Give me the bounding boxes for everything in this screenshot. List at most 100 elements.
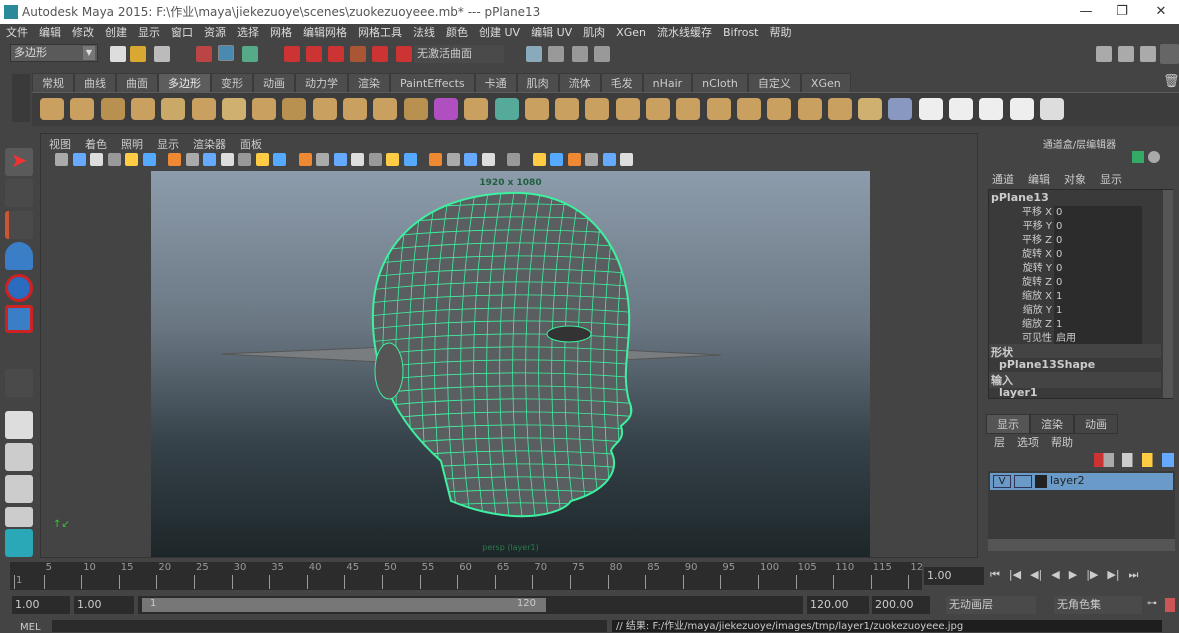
time-slider[interactable]: 1 5 10 15 20 25 30 35 40 45 50 55 60 65 70 75 80 85 90 95 10… (10, 562, 923, 590)
viewport-tool-icon[interactable] (481, 153, 495, 166)
shelf-tool-icon[interactable] (767, 98, 792, 120)
shelf-tab[interactable]: nHair (642, 73, 693, 92)
shelf-tab[interactable]: 曲面 (116, 73, 158, 92)
move-tool-icon[interactable] (5, 242, 33, 270)
viewport-tool-icon[interactable] (90, 153, 103, 166)
shelf-tool-icon[interactable] (555, 98, 580, 120)
viewport-tool-icon[interactable] (351, 153, 364, 166)
menu-item[interactable]: 创建 (105, 24, 127, 42)
attribute-row[interactable]: 平移 Z0 (1012, 234, 1142, 248)
shelf-tool-icon[interactable] (979, 98, 1004, 120)
viewport-tool-icon[interactable] (550, 153, 563, 166)
single-perspective-layout-icon[interactable] (5, 411, 33, 439)
viewport-menu-item[interactable]: 渲染器 (193, 136, 226, 152)
viewport-tool-icon[interactable] (238, 153, 251, 166)
shelf-tool-icon[interactable] (40, 98, 64, 120)
attribute-row[interactable]: 平移 X0 (1012, 206, 1142, 220)
save-scene-icon[interactable] (154, 46, 170, 62)
maya-icon[interactable] (5, 529, 33, 557)
select-hierarchy-icon[interactable] (196, 46, 212, 62)
render-icon[interactable] (548, 46, 564, 62)
menu-item[interactable]: XGen (616, 24, 646, 42)
menu-item[interactable]: 窗口 (171, 24, 193, 42)
snap-surface-icon[interactable] (372, 46, 388, 62)
menu-item[interactable]: 肌肉 (583, 24, 605, 42)
input-name[interactable]: layer1 (999, 386, 1038, 399)
layer-editor-tab[interactable]: 动画 (1074, 414, 1118, 434)
shelf-tool-icon[interactable] (524, 98, 549, 120)
shelf-tool-icon[interactable] (161, 98, 186, 120)
end-time-field[interactable]: 200.00 (872, 596, 930, 614)
attribute-value[interactable]: 0 (1054, 248, 1142, 262)
viewport-tool-icon[interactable] (125, 153, 138, 166)
shelf-tool-icon[interactable] (949, 98, 973, 120)
attribute-row[interactable]: 旋转 Y0 (1012, 262, 1142, 276)
snap-grid-icon[interactable] (284, 46, 300, 62)
shelf-tool-icon[interactable] (191, 98, 216, 120)
shelf-tool-icon[interactable] (343, 98, 367, 120)
shelf-tool-icon[interactable] (888, 98, 913, 120)
current-time-field[interactable]: 1.00 (924, 567, 984, 585)
shelf-tool-icon[interactable] (464, 98, 489, 120)
ipr-render-icon[interactable] (572, 46, 588, 62)
shelf-tool-icon[interactable] (252, 98, 277, 120)
layer-color-swatch[interactable] (1035, 475, 1047, 488)
viewport-tool-icon[interactable] (446, 153, 460, 166)
layer-editor-tab[interactable]: 渲染 (1030, 414, 1074, 434)
menu-set-dropdown[interactable]: 多边形 ▼ (10, 44, 98, 62)
playback-button-icon[interactable]: |◀ (1009, 568, 1021, 582)
menu-item[interactable]: 资源 (204, 24, 226, 42)
viewport-tool-icon[interactable] (220, 153, 234, 166)
open-scene-icon[interactable] (130, 46, 146, 62)
lasso-tool-icon[interactable] (5, 179, 33, 207)
new-scene-icon[interactable] (110, 46, 126, 62)
viewport-tool-icon[interactable] (585, 153, 598, 166)
viewport-tool-icon[interactable] (203, 153, 216, 166)
shelf-tool-icon[interactable] (403, 98, 428, 120)
menu-item[interactable]: 显示 (138, 24, 160, 42)
viewport-menu-item[interactable]: 视图 (49, 136, 71, 152)
playback-button-icon[interactable]: ▶| (1107, 568, 1119, 582)
viewport-tool-icon[interactable] (72, 153, 86, 166)
attribute-row[interactable]: 旋转 X0 (1012, 248, 1142, 262)
shelf-tab[interactable]: 常规 (32, 73, 74, 92)
channel-box-menu-item[interactable]: 通道 (992, 171, 1014, 187)
playback-start-field[interactable]: 1.00 (74, 596, 134, 614)
character-set-dropdown[interactable]: 无角色集 (1054, 596, 1142, 614)
modeling-toolkit-icon[interactable] (1096, 46, 1112, 62)
attribute-value[interactable]: 0 (1054, 262, 1142, 276)
shelf-tool-icon[interactable] (918, 98, 943, 120)
rotate-tool-icon[interactable] (5, 274, 33, 302)
maximize-button[interactable]: ❐ (1104, 0, 1140, 24)
attribute-value[interactable]: 1 (1054, 304, 1142, 318)
persp-outliner-layout-icon[interactable] (5, 475, 33, 503)
viewport-tool-icon[interactable] (142, 153, 156, 166)
menu-item[interactable]: 选择 (237, 24, 259, 42)
snap-curve-icon[interactable] (306, 46, 322, 62)
close-button[interactable]: ✕ (1143, 0, 1179, 24)
layer-name[interactable]: layer2 (1050, 474, 1085, 487)
layer-list-scrollbar[interactable] (988, 539, 1175, 551)
shelf-tool-icon[interactable] (373, 98, 398, 120)
start-time-field[interactable]: 1.00 (12, 596, 70, 614)
shelf-tab[interactable]: 动画 (253, 73, 295, 92)
menu-item[interactable]: 创建 UV (479, 24, 520, 42)
menu-item[interactable]: 颜色 (446, 24, 468, 42)
channel-box-toggle-icon[interactable] (1160, 44, 1179, 64)
shelf-tab[interactable]: 流体 (558, 73, 601, 92)
playback-button-icon[interactable]: ⏮ (990, 568, 1000, 582)
viewport-tool-icon[interactable] (602, 153, 616, 166)
shelf-tool-icon[interactable] (1039, 98, 1064, 120)
shelf-tool-icon[interactable] (433, 98, 458, 120)
viewport-tool-icon[interactable] (55, 153, 68, 166)
viewport-tool-icon[interactable] (273, 153, 286, 166)
layer-editor-tab[interactable]: 显示 (986, 414, 1030, 434)
playback-button-icon[interactable]: |▶ (1086, 568, 1098, 582)
playback-button-icon[interactable]: ◀| (1030, 568, 1042, 582)
shelf-tool-icon[interactable] (70, 98, 95, 120)
viewport-menu-item[interactable]: 着色 (85, 136, 107, 152)
viewport-tool-icon[interactable] (255, 153, 269, 166)
shelf-tab[interactable]: 渲染 (348, 73, 390, 92)
shelf-tab[interactable]: 毛发 (600, 73, 643, 92)
menu-item[interactable]: 网格 (270, 24, 292, 42)
